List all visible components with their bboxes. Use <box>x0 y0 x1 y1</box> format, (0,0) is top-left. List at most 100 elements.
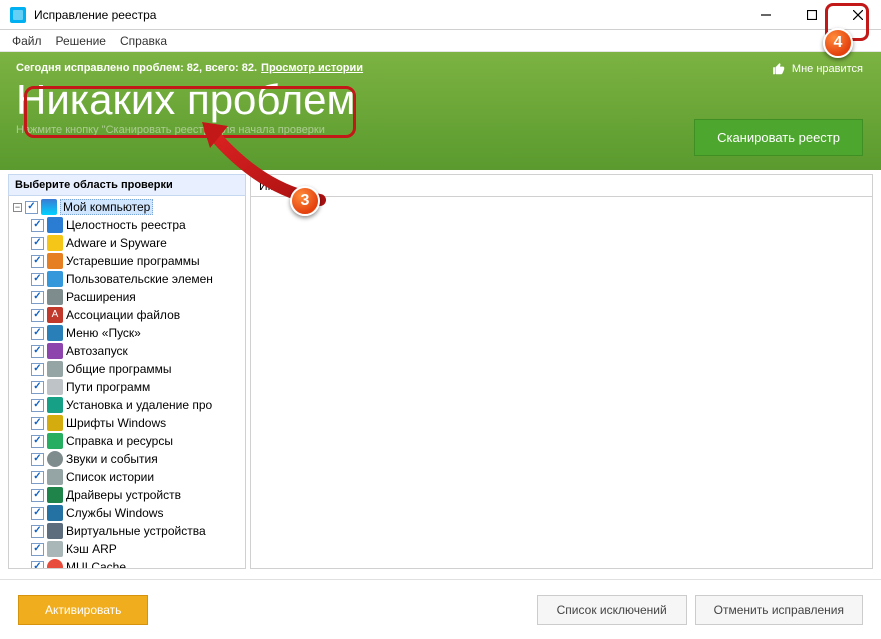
checkbox[interactable] <box>31 435 44 448</box>
startup-icon <box>47 343 63 359</box>
tree-item-label: Установка и удаление про <box>66 398 212 412</box>
tree-item[interactable]: Службы Windows <box>11 504 243 522</box>
tree-item[interactable]: AАссоциации файлов <box>11 306 243 324</box>
checkbox[interactable] <box>31 525 44 538</box>
activate-button[interactable]: Активировать <box>18 595 148 625</box>
menu-file[interactable]: Файл <box>12 34 42 48</box>
tree-item[interactable]: Справка и ресурсы <box>11 432 243 450</box>
user-icon <box>47 271 63 287</box>
tree-item-label: MUI Cache <box>66 560 126 569</box>
tree-item-label: Целостность реестра <box>66 218 186 232</box>
tree-item[interactable]: Расширения <box>11 288 243 306</box>
tree-item[interactable]: Автозапуск <box>11 342 243 360</box>
checkbox[interactable] <box>31 381 44 394</box>
ext-icon <box>47 289 63 305</box>
arp-icon <box>47 541 63 557</box>
tree-item[interactable]: Общие программы <box>11 360 243 378</box>
tree-item[interactable]: Меню «Пуск» <box>11 324 243 342</box>
checkbox[interactable] <box>31 417 44 430</box>
checkbox[interactable] <box>31 255 44 268</box>
tree-item-label: Пользовательские элемен <box>66 272 213 286</box>
fonts-icon <box>47 415 63 431</box>
tree-item[interactable]: Шрифты Windows <box>11 414 243 432</box>
close-button[interactable] <box>835 0 881 29</box>
like-label: Мне нравится <box>792 63 863 75</box>
checkbox[interactable] <box>31 489 44 502</box>
tree-item[interactable]: Пользовательские элемен <box>11 270 243 288</box>
sounds-icon <box>47 451 63 467</box>
tree-item[interactable]: Звуки и события <box>11 450 243 468</box>
checkbox[interactable] <box>31 309 44 322</box>
checkbox[interactable] <box>31 543 44 556</box>
sidebar-title: Выберите область проверки <box>8 174 246 196</box>
checkbox[interactable] <box>31 291 44 304</box>
tree-item-label: Ассоциации файлов <box>66 308 180 322</box>
checkbox[interactable] <box>31 471 44 484</box>
column-header-name[interactable]: Имя <box>259 179 282 193</box>
banner-heading: Никаких проблем <box>16 78 355 122</box>
scan-registry-button[interactable]: Сканировать реестр <box>694 119 863 156</box>
tree-item-label: Автозапуск <box>66 344 128 358</box>
checkbox[interactable] <box>31 399 44 412</box>
checkbox[interactable] <box>31 453 44 466</box>
checkbox[interactable] <box>31 219 44 232</box>
tree-item-label: Общие программы <box>66 362 172 376</box>
tree-item[interactable]: Драйверы устройств <box>11 486 243 504</box>
tree-item[interactable]: Пути программ <box>11 378 243 396</box>
tree-item[interactable]: Устаревшие программы <box>11 252 243 270</box>
paths-icon <box>47 379 63 395</box>
checkbox[interactable] <box>31 273 44 286</box>
tree-item[interactable]: Список истории <box>11 468 243 486</box>
exclusions-button[interactable]: Список исключений <box>537 595 687 625</box>
undo-fixes-button[interactable]: Отменить исправления <box>695 595 863 625</box>
tree-item[interactable]: MUI Cache <box>11 558 243 569</box>
history-link[interactable]: Просмотр истории <box>261 62 363 74</box>
checkbox[interactable] <box>31 363 44 376</box>
menu-help[interactable]: Справка <box>120 34 167 48</box>
tree-item-label: Adware и Spyware <box>66 236 167 250</box>
start-icon <box>47 325 63 341</box>
integrity-icon <box>47 217 63 233</box>
tree-item-label: Виртуальные устройства <box>66 524 206 538</box>
app-icon <box>10 7 26 23</box>
tree-item[interactable]: Adware и Spyware <box>11 234 243 252</box>
checkbox[interactable] <box>31 237 44 250</box>
thumbs-up-icon <box>772 62 786 76</box>
install-icon <box>47 397 63 413</box>
collapse-icon[interactable]: − <box>13 203 22 212</box>
drivers-icon <box>47 487 63 503</box>
tree-item[interactable]: Целостность реестра <box>11 216 243 234</box>
scan-areas-sidebar: Выберите область проверки − Мой компьюте… <box>8 174 246 569</box>
tree-item[interactable]: Кэш ARP <box>11 540 243 558</box>
history-icon <box>47 469 63 485</box>
tree-root-label: Мой компьютер <box>60 199 153 215</box>
tree-item-label: Кэш ARP <box>66 542 117 556</box>
like-button[interactable]: Мне нравится <box>772 62 863 76</box>
checkbox[interactable] <box>31 561 44 570</box>
help-icon <box>47 433 63 449</box>
menu-solution[interactable]: Решение <box>56 34 106 48</box>
tree-item[interactable]: Виртуальные устройства <box>11 522 243 540</box>
menu-bar: Файл Решение Справка <box>0 30 881 52</box>
window-title: Исправление реестра <box>34 8 743 22</box>
minimize-button[interactable] <box>743 0 789 29</box>
checkbox[interactable] <box>31 345 44 358</box>
tree-item-label: Справка и ресурсы <box>66 434 173 448</box>
virtual-icon <box>47 523 63 539</box>
checkbox[interactable] <box>25 201 38 214</box>
services-icon <box>47 505 63 521</box>
computer-icon <box>41 199 57 215</box>
tree-item-label: Службы Windows <box>66 506 163 520</box>
checkbox[interactable] <box>31 507 44 520</box>
footer-bar: Активировать Список исключений Отменить … <box>0 579 881 639</box>
tree-item-label: Меню «Пуск» <box>66 326 141 340</box>
maximize-button[interactable] <box>789 0 835 29</box>
checkbox[interactable] <box>31 327 44 340</box>
tree-item-label: Драйверы устройств <box>66 488 181 502</box>
assoc-icon: A <box>47 307 63 323</box>
scan-areas-tree[interactable]: − Мой компьютер Целостность реестра Adwar… <box>8 196 246 569</box>
status-banner: Сегодня исправлено проблем: 82, всего: 8… <box>0 52 881 170</box>
tree-root-item[interactable]: − Мой компьютер <box>11 198 243 216</box>
tree-item[interactable]: Установка и удаление про <box>11 396 243 414</box>
tree-item-label: Пути программ <box>66 380 150 394</box>
